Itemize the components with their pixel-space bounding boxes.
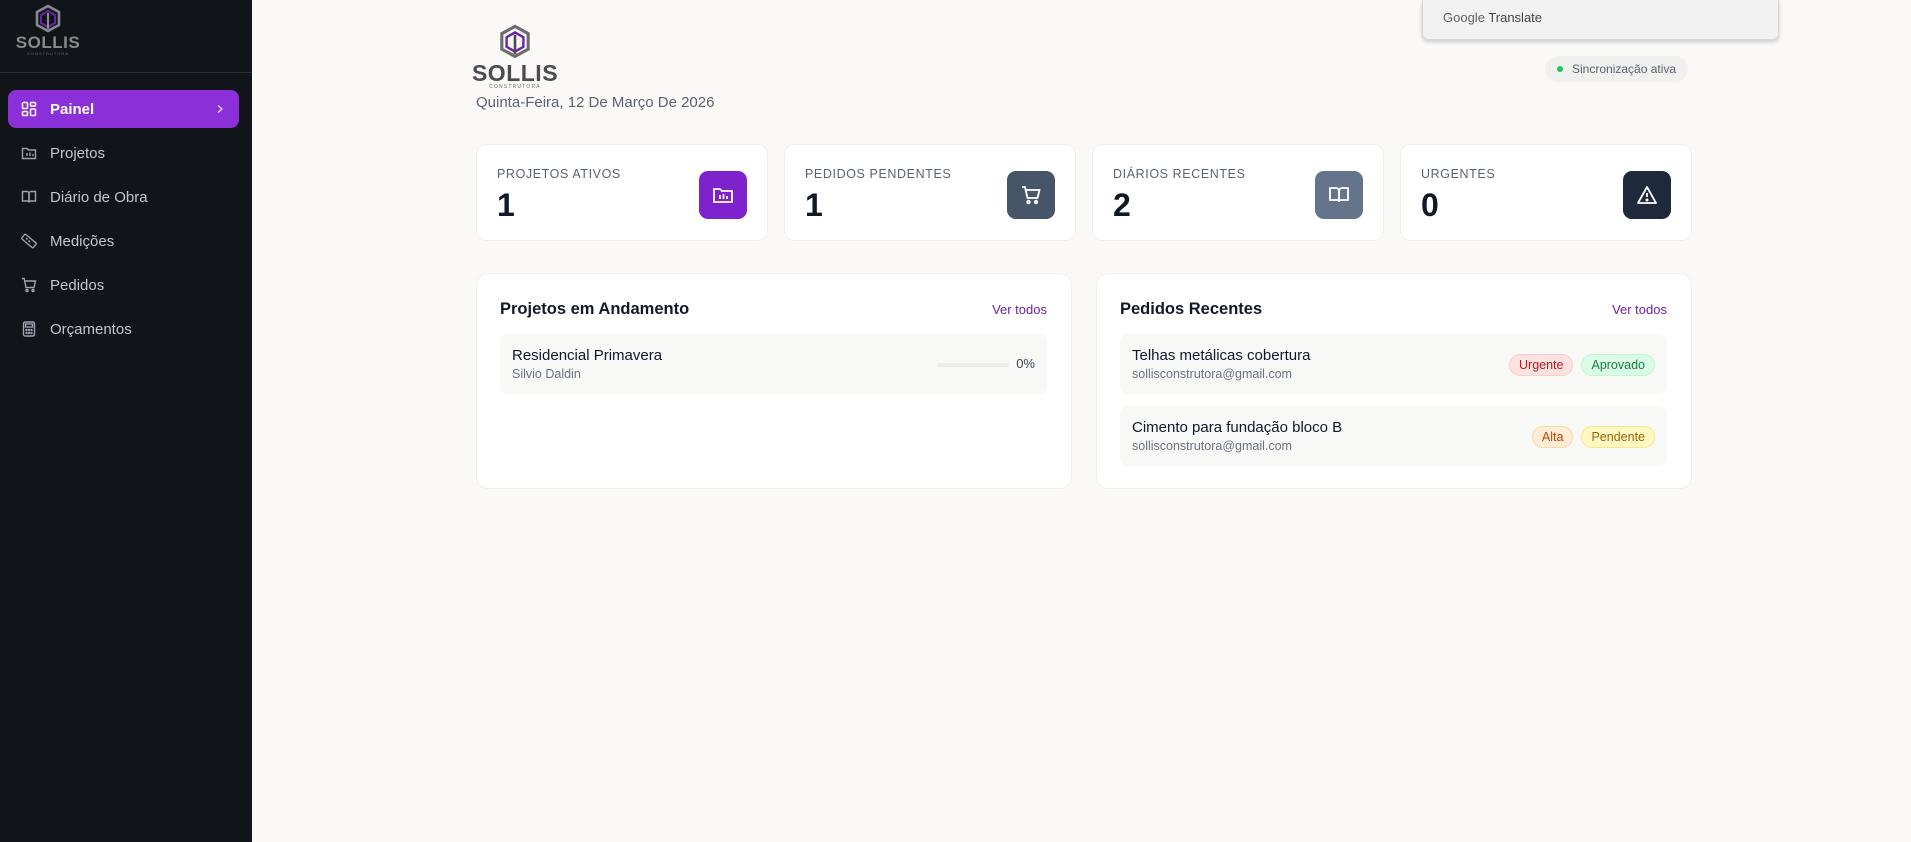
stat-value: 0 bbox=[1421, 187, 1439, 223]
book-icon bbox=[20, 188, 38, 206]
translate-label: Translate bbox=[1488, 10, 1543, 25]
book-open-icon bbox=[1315, 171, 1363, 219]
see-all-orders-link[interactable]: Ver todos bbox=[1612, 302, 1667, 317]
order-row[interactable]: Cimento para fundação bloco B solliscons… bbox=[1120, 406, 1667, 466]
sidebar-brand-name: SOLLIS bbox=[15, 33, 81, 52]
card-title: Pedidos Recentes bbox=[1120, 300, 1263, 318]
sidebar-item-label: Pedidos bbox=[50, 276, 105, 294]
alert-triangle-icon bbox=[1623, 171, 1671, 219]
folder-chart-icon bbox=[699, 171, 747, 219]
google-label: Google bbox=[1443, 10, 1485, 25]
chevron-right-icon bbox=[215, 104, 225, 114]
stat-value: 1 bbox=[805, 187, 823, 223]
stat-card-diarios-recentes[interactable]: DIÁRIOS RECENTES 2 bbox=[1092, 144, 1384, 241]
project-row[interactable]: Residencial Primavera Silvio Daldin 0% bbox=[500, 334, 1047, 394]
order-tags: Urgente Aprovado bbox=[1509, 354, 1655, 376]
sidebar: SOLLIS CONSTRUTORA Painel Projetos Diári… bbox=[0, 0, 252, 842]
status-badge: Aprovado bbox=[1581, 354, 1655, 376]
order-name: Telhas metálicas cobertura bbox=[1132, 347, 1311, 364]
priority-badge: Urgente bbox=[1509, 354, 1574, 376]
sidebar-item-label: Painel bbox=[50, 100, 95, 118]
see-all-projects-link[interactable]: Ver todos bbox=[992, 302, 1047, 317]
project-name: Residencial Primavera bbox=[512, 347, 663, 364]
order-name: Cimento para fundação bloco B bbox=[1132, 419, 1343, 436]
status-badge: Pendente bbox=[1581, 426, 1655, 448]
card-title: Projetos em Andamento bbox=[500, 300, 690, 318]
stat-label: URGENTES bbox=[1421, 167, 1496, 181]
projects-in-progress-card: Projetos em Andamento Ver todos Residenc… bbox=[476, 273, 1072, 489]
calculator-icon bbox=[20, 320, 38, 338]
project-owner: Silvio Daldin bbox=[512, 367, 581, 381]
sidebar-item-label: Orçamentos bbox=[50, 320, 132, 338]
recent-orders-card: Pedidos Recentes Ver todos Telhas metáli… bbox=[1096, 273, 1692, 489]
google-translate-bar[interactable]: Google Translate bbox=[1422, 0, 1779, 40]
project-progress-label: 0% bbox=[1016, 356, 1035, 371]
stat-label: PEDIDOS PENDENTES bbox=[805, 167, 952, 181]
main-brand-tagline: CONSTRUTORA bbox=[489, 84, 541, 90]
sidebar-item-projetos[interactable]: Projetos bbox=[8, 134, 239, 172]
sidebar-item-diario-de-obra[interactable]: Diário de Obra bbox=[8, 178, 239, 216]
dashboard-icon bbox=[20, 100, 38, 118]
sidebar-item-pedidos[interactable]: Pedidos bbox=[8, 266, 239, 304]
sollis-logo-icon bbox=[500, 24, 530, 59]
order-email: sollisconstrutora@gmail.com bbox=[1132, 367, 1292, 381]
sidebar-item-medicoes[interactable]: Medições bbox=[8, 222, 239, 260]
priority-badge: Alta bbox=[1531, 426, 1574, 448]
stat-label: DIÁRIOS RECENTES bbox=[1113, 167, 1246, 181]
sidebar-item-label: Medições bbox=[50, 232, 115, 250]
stat-card-pedidos-pendentes[interactable]: PEDIDOS PENDENTES 1 bbox=[784, 144, 1076, 241]
sidebar-nav: Painel Projetos Diário de Obra Medições bbox=[8, 90, 239, 354]
order-row[interactable]: Telhas metálicas cobertura sollisconstru… bbox=[1120, 334, 1667, 394]
order-tags: Alta Pendente bbox=[1531, 426, 1655, 448]
sync-status-label: Sincronização ativa bbox=[1572, 62, 1677, 76]
stat-value: 1 bbox=[497, 187, 515, 223]
main-logo: SOLLIS CONSTRUTORA bbox=[471, 24, 559, 90]
cart-icon bbox=[1007, 171, 1055, 219]
stat-value: 2 bbox=[1113, 187, 1131, 223]
sidebar-item-orcamentos[interactable]: Orçamentos bbox=[8, 310, 239, 348]
sollis-logo-icon bbox=[35, 4, 61, 33]
folder-icon bbox=[20, 144, 38, 162]
stat-card-projetos-ativos[interactable]: PROJETOS ATIVOS 1 bbox=[476, 144, 768, 241]
main-brand-name: SOLLIS bbox=[471, 60, 559, 86]
project-progress-bar bbox=[937, 363, 1009, 367]
current-date: Quinta-Feira, 12 De Março De 2026 bbox=[476, 94, 715, 111]
cart-icon bbox=[20, 276, 38, 294]
ruler-icon bbox=[20, 232, 38, 250]
sidebar-item-painel[interactable]: Painel bbox=[8, 90, 239, 128]
stat-label: PROJETOS ATIVOS bbox=[497, 167, 621, 181]
sidebar-item-label: Projetos bbox=[50, 144, 106, 162]
sidebar-brand-tagline: CONSTRUTORA bbox=[27, 51, 69, 56]
stat-card-urgentes[interactable]: URGENTES 0 bbox=[1400, 144, 1692, 241]
sidebar-logo[interactable]: SOLLIS CONSTRUTORA bbox=[0, 0, 96, 73]
sync-status-dot bbox=[1557, 66, 1563, 72]
sidebar-divider bbox=[0, 72, 252, 73]
order-email: sollisconstrutora@gmail.com bbox=[1132, 439, 1292, 453]
sync-status-badge: Sincronização ativa bbox=[1545, 56, 1689, 82]
sidebar-item-label: Diário de Obra bbox=[50, 188, 148, 206]
